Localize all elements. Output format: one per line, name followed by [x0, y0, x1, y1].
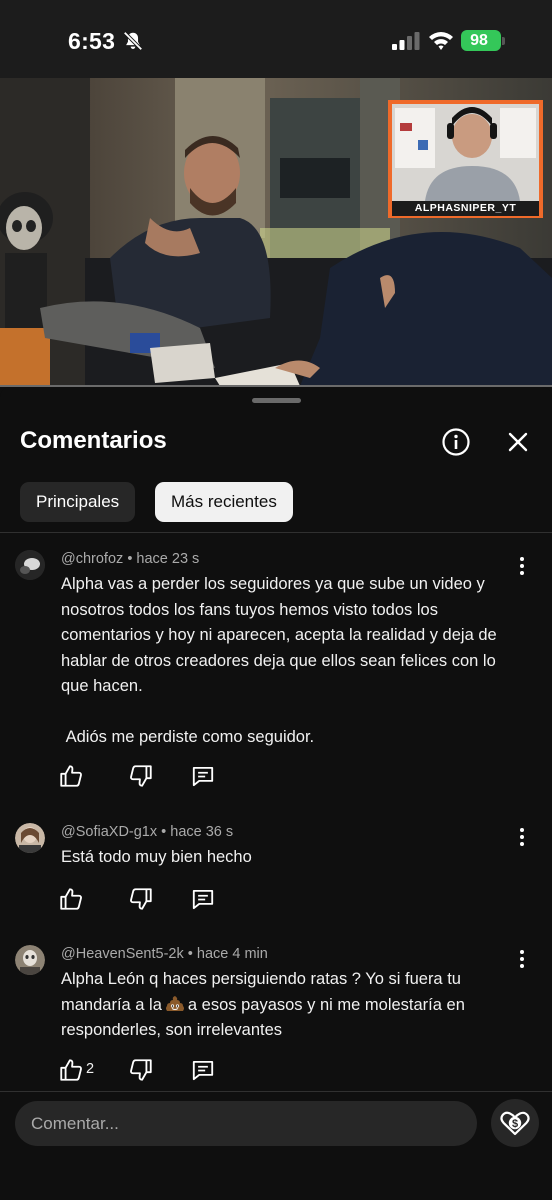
- comment-meta: @SofiaXD-g1x • hace 36 s: [61, 824, 233, 840]
- status-bar: 6:53 98: [0, 0, 552, 78]
- composer-divider: [0, 1091, 552, 1092]
- battery-level: 98: [470, 32, 488, 49]
- comment-author[interactable]: @SofiaXD-g1x: [61, 824, 157, 840]
- reply-icon[interactable]: [190, 886, 216, 912]
- comment-input-placeholder: Comentar...: [31, 1114, 119, 1133]
- comment-meta: @HeavenSent5-2k • hace 4 min: [61, 946, 268, 962]
- close-icon[interactable]: [503, 427, 533, 457]
- meta-separator: •: [161, 824, 171, 840]
- avatar[interactable]: [15, 823, 45, 853]
- heart-dollar-icon: $: [500, 1111, 530, 1136]
- wifi-icon: [429, 32, 453, 50]
- reply-icon[interactable]: [190, 763, 216, 789]
- chip-principales[interactable]: Principales: [20, 482, 136, 522]
- dislike-icon[interactable]: [128, 886, 154, 912]
- header-divider: [0, 532, 552, 533]
- like-icon[interactable]: [58, 763, 84, 789]
- video-frame: [0, 78, 552, 386]
- avatar[interactable]: [15, 550, 45, 580]
- streamer-handle-label: ALPHASNIPER_YT: [414, 202, 517, 214]
- meta-separator: •: [187, 946, 197, 962]
- svg-text:$: $: [512, 1118, 518, 1130]
- comment-text: Alpha León q haces persiguiendo ratas ? …: [61, 967, 521, 1044]
- comment-text: Está todo muy bien hecho: [61, 848, 252, 866]
- video-player[interactable]: ALPHASNIPER_YT: [0, 78, 552, 386]
- like-icon[interactable]: [58, 1057, 84, 1083]
- comment-author[interactable]: @chrofoz: [61, 551, 123, 567]
- comment-time: hace 36 s: [170, 824, 234, 840]
- like-count: 2: [86, 1061, 95, 1077]
- poop-emoji-icon: [165, 995, 184, 1011]
- info-icon[interactable]: [441, 427, 471, 457]
- dislike-icon[interactable]: [128, 1057, 154, 1083]
- bell-off-icon: [123, 31, 143, 51]
- reply-icon[interactable]: [190, 1057, 216, 1083]
- battery-indicator: 98: [461, 30, 505, 51]
- avatar[interactable]: [15, 945, 45, 975]
- comment-text: Alpha vas a perder los seguidores ya que…: [61, 575, 497, 746]
- like-icon[interactable]: [58, 886, 84, 912]
- signal-icon: [392, 32, 420, 50]
- status-time: 6:53: [68, 28, 116, 54]
- comment-input[interactable]: Comentar...: [15, 1101, 477, 1146]
- drag-handle[interactable]: [252, 398, 301, 403]
- sheet-title: Comentarios: [20, 427, 167, 454]
- dislike-icon[interactable]: [128, 763, 154, 789]
- comment-author[interactable]: @HeavenSent5-2k: [61, 946, 184, 962]
- super-thanks-button[interactable]: $: [491, 1099, 539, 1147]
- comment-meta: @chrofoz • hace 23 s: [61, 551, 199, 567]
- chip-mas-recientes[interactable]: Más recientes: [155, 482, 293, 522]
- comment-time: hace 4 min: [196, 946, 268, 962]
- comment-time: hace 23 s: [136, 551, 200, 567]
